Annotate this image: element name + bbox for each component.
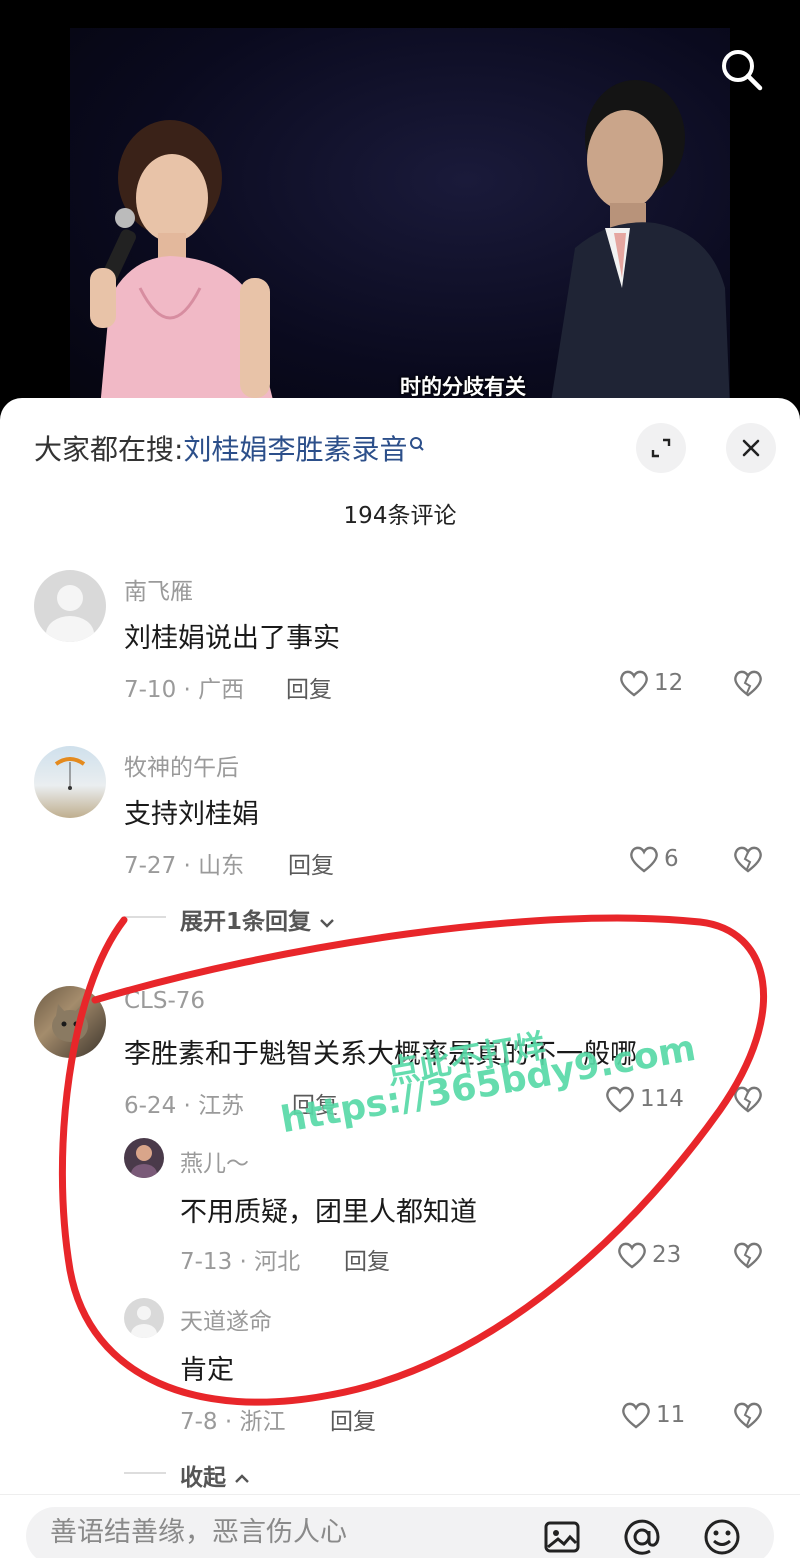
broken-heart-icon [734, 1402, 762, 1429]
broken-heart-icon [734, 1242, 762, 1269]
heart-icon [606, 1086, 634, 1113]
at-icon [624, 1519, 660, 1555]
dislike-button[interactable] [732, 844, 764, 878]
video-player[interactable]: 时的分歧有关 [0, 0, 800, 420]
emoji-button[interactable] [702, 1517, 742, 1557]
like-count: 11 [656, 1402, 686, 1428]
reply-button[interactable]: 回复 [286, 670, 332, 704]
video-subtitle: 时的分歧有关 [400, 375, 526, 399]
avatar[interactable] [124, 1298, 164, 1338]
comment-input-container[interactable] [26, 1507, 774, 1558]
like-count: 6 [664, 846, 679, 872]
like-button[interactable]: 23 [616, 1240, 681, 1270]
heart-icon [622, 1402, 650, 1429]
like-count: 114 [640, 1086, 684, 1112]
video-frame: 时的分歧有关 [70, 28, 730, 408]
comment-input[interactable] [50, 1517, 510, 1548]
chevron-down-icon [319, 909, 335, 935]
comment-username[interactable]: 牧神的午后 [124, 748, 239, 782]
comment-sheet: 大家都在搜:刘桂娟李胜素录音 194条评论 南飞雁 刘桂娟说出了事实 7-10 … [0, 398, 800, 1558]
avatar[interactable] [34, 986, 106, 1058]
collapse-replies-link[interactable]: 收起 [180, 1458, 250, 1492]
video-search-button[interactable] [716, 44, 768, 96]
image-button[interactable] [542, 1517, 582, 1557]
avatar[interactable] [34, 746, 106, 818]
like-button[interactable]: 12 [618, 668, 683, 698]
heart-icon [630, 846, 658, 873]
comment-username[interactable]: 南飞雁 [124, 572, 193, 606]
heart-icon [620, 670, 648, 697]
small-search-icon [409, 428, 425, 461]
expand-button[interactable] [636, 423, 686, 473]
comment-date-location: 6-24 · 江苏 [124, 1093, 245, 1119]
broken-heart-icon [734, 1086, 762, 1113]
video-scene [90, 80, 730, 408]
comment-count: 194条评论 [343, 503, 457, 529]
default-avatar-icon [131, 1306, 157, 1338]
dislike-button[interactable] [732, 1084, 764, 1118]
comment-date-location: 7-10 · 广西 [124, 677, 245, 703]
dislike-button[interactable] [732, 1400, 764, 1434]
chevron-up-icon [234, 1465, 250, 1491]
heart-icon [618, 1242, 646, 1269]
comment-date-location: 7-8 · 浙江 [180, 1409, 286, 1435]
like-count: 23 [652, 1242, 682, 1268]
emoji-icon [704, 1519, 740, 1555]
search-suggestion-prefix: 大家都在搜: [34, 433, 184, 466]
image-icon [544, 1521, 580, 1553]
comment-username[interactable]: 天道遂命 [180, 1302, 272, 1336]
dislike-button[interactable] [732, 1240, 764, 1274]
like-button[interactable]: 114 [604, 1084, 684, 1114]
search-suggestion[interactable]: 大家都在搜:刘桂娟李胜素录音 [34, 428, 425, 468]
default-avatar-icon [46, 585, 94, 642]
like-button[interactable]: 6 [628, 844, 679, 874]
close-icon [742, 439, 760, 457]
comment-input-bar [0, 1494, 800, 1558]
avatar[interactable] [124, 1138, 164, 1178]
user-photo-avatar-icon [131, 1145, 157, 1178]
reply-button[interactable]: 回复 [344, 1242, 390, 1276]
broken-heart-icon [734, 846, 762, 873]
expand-replies-link[interactable]: 展开1条回复 [180, 902, 335, 936]
reply-button[interactable]: 回复 [288, 846, 334, 880]
expand-icon [651, 438, 671, 458]
paraglider-avatar-icon [54, 757, 86, 790]
comment-username[interactable]: CLS-76 [124, 988, 205, 1014]
like-count: 12 [654, 670, 684, 696]
dislike-button[interactable] [732, 668, 764, 702]
close-button[interactable] [726, 423, 776, 473]
search-icon [722, 50, 763, 91]
thread-line [124, 916, 166, 918]
comment-text[interactable]: 不用质疑，团里人都知道 [180, 1190, 477, 1229]
comment-date-location: 7-27 · 山东 [124, 853, 245, 879]
collapse-label: 收起 [180, 1465, 226, 1491]
mention-button[interactable] [622, 1517, 662, 1557]
thread-line [124, 1472, 166, 1474]
cat-avatar-icon [52, 1004, 88, 1042]
comment-text[interactable]: 刘桂娟说出了事实 [124, 616, 340, 655]
comment-text[interactable]: 肯定 [180, 1348, 234, 1387]
search-suggestion-query[interactable]: 刘桂娟李胜素录音 [183, 433, 407, 466]
avatar[interactable] [34, 570, 106, 642]
reply-button[interactable]: 回复 [330, 1402, 376, 1436]
broken-heart-icon [734, 670, 762, 697]
comment-text[interactable]: 支持刘桂娟 [124, 792, 259, 831]
comment-date-location: 7-13 · 河北 [180, 1249, 301, 1275]
expand-replies-label: 展开1条回复 [180, 909, 312, 935]
comment-username[interactable]: 燕儿～ [180, 1144, 249, 1178]
like-button[interactable]: 11 [620, 1400, 685, 1430]
